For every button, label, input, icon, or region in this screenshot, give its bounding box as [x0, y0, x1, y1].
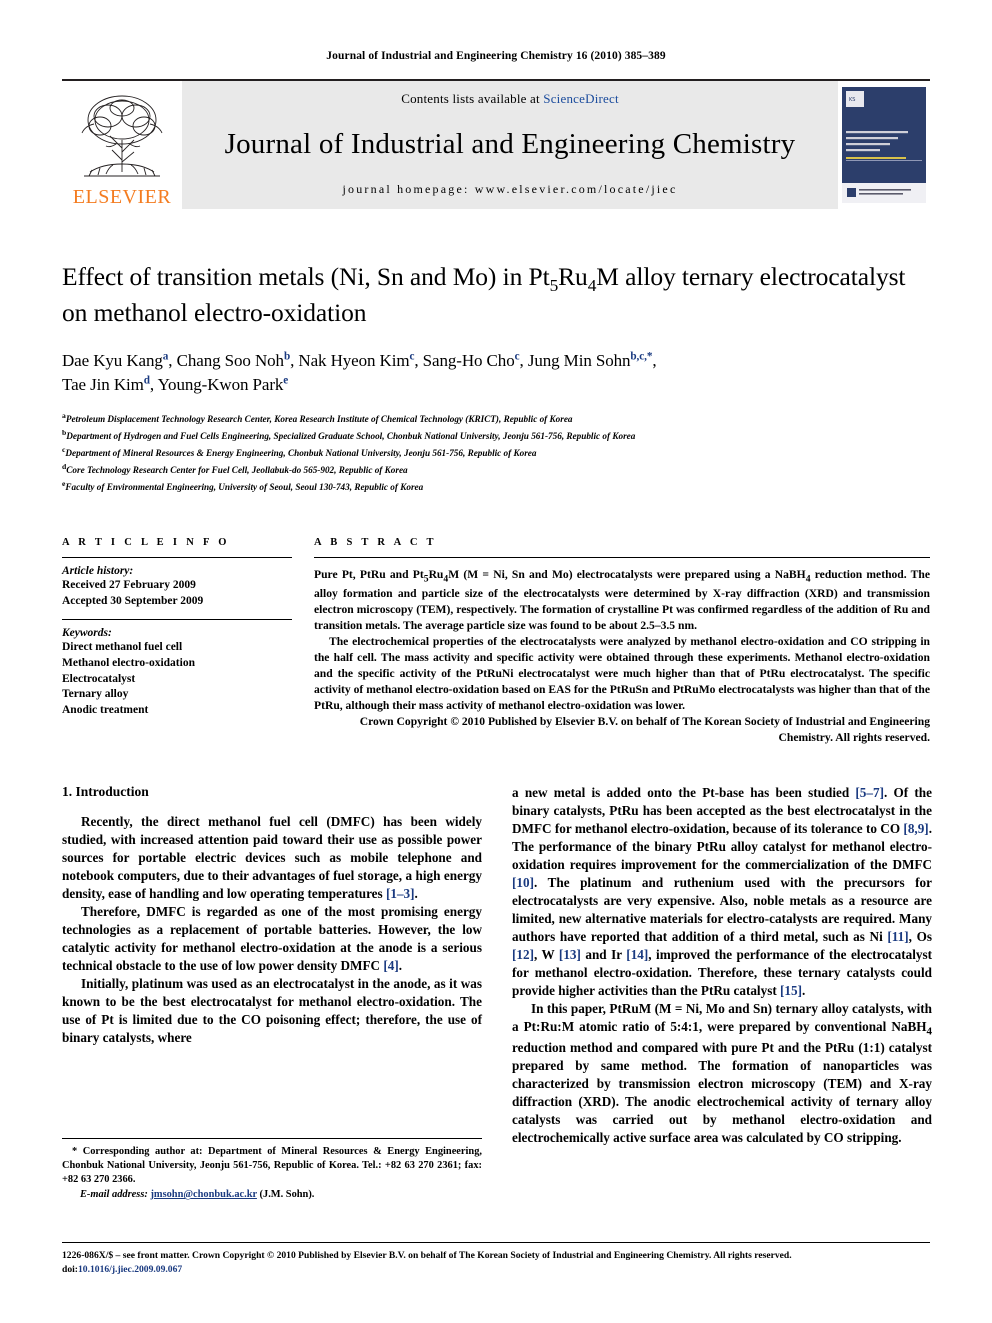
journal-title: Journal of Industrial and Engineering Ch…: [224, 128, 796, 160]
journal-article-page: Journal of Industrial and Engineering Ch…: [0, 0, 992, 1323]
affiliation-text: Core Technology Research Center for Fuel…: [66, 465, 408, 476]
author-separator: ,: [168, 351, 177, 371]
title-block: Effect of transition metals (Ni, Sn and …: [62, 261, 930, 495]
page-footer: 1226-086X/$ – see front matter. Crown Co…: [62, 1242, 930, 1276]
body-paragraph: Recently, the direct methanol fuel cell …: [62, 814, 482, 902]
doi-label: doi:: [62, 1263, 78, 1275]
journal-homepage: journal homepage: www.elsevier.com/locat…: [342, 182, 678, 196]
keyword-item: Anodic treatment: [62, 704, 149, 717]
abstract-label: A B S T R A C T: [314, 537, 437, 549]
title-part-1: Effect of transition metals (Ni, Sn and …: [62, 262, 550, 291]
abstract-paragraph: The electrochemical properties of the el…: [314, 634, 930, 714]
article-info-column: A R T I C L E I N F O Article history: R…: [62, 537, 292, 746]
corresponding-author-footnote: * Corresponding author at: Department of…: [62, 1138, 482, 1202]
running-head: Journal of Industrial and Engineering Ch…: [326, 50, 666, 62]
abstract-column: A B S T R A C T Pure Pt, PtRu and Pt5Ru4…: [314, 537, 930, 746]
author-entry: Nak Hyeon Kimc,: [298, 350, 423, 371]
keywords-group: Keywords: Direct methanol fuel cell Meth…: [62, 620, 292, 728]
article-info-label: A R T I C L E I N F O: [62, 537, 230, 549]
abstract-paragraph: Pure Pt, PtRu and Pt5Ru4M (M = Ni, Sn an…: [314, 567, 930, 634]
abstract-copyright: Crown Copyright © 2010 Published by Else…: [359, 715, 930, 745]
article-title: Effect of transition metals (Ni, Sn and …: [62, 261, 930, 329]
front-matter-line: 1226-086X/$ – see front matter. Crown Co…: [62, 1250, 792, 1261]
contents-prefix-text: Contents lists available at: [401, 91, 544, 106]
affiliation-item: eFaculty of Environmental Engineering, U…: [62, 478, 930, 495]
title-subscript-5: 5: [549, 276, 559, 296]
author-entry: Jung Min Sohnb,c,*,: [527, 350, 657, 371]
affiliation-item: bDepartment of Hydrogen and Fuel Cells E…: [62, 427, 930, 444]
contents-available-line: Contents lists available at ScienceDirec…: [401, 91, 619, 107]
abstract-paragraph-1-text: Pure Pt, PtRu and Pt5Ru4M (M = Ni, Sn an…: [314, 568, 930, 632]
section-heading-introduction: 1. Introduction: [62, 784, 149, 800]
author-name: Tae Jin Kim: [62, 375, 144, 395]
corresponding-author-text: * Corresponding author at: Department of…: [62, 1146, 482, 1186]
body-paragraph: a new metal is added onto the Pt-base ha…: [512, 785, 932, 998]
author-name: Dae Kyu Kang: [62, 351, 163, 371]
article-history-group: Article history: Received 27 February 20…: [62, 558, 292, 619]
author-entry: Young-Kwon Parke: [157, 374, 289, 395]
article-body: 1. Introduction Recently, the direct met…: [62, 784, 932, 1147]
journal-cover-thumbnail: KS: [838, 81, 930, 209]
author-separator: ,: [519, 351, 528, 371]
affiliation-text: Petroleum Displacement Technology Resear…: [65, 414, 573, 425]
title-part-2: Ru: [558, 262, 588, 291]
body-column-right: a new metal is added onto the Pt-base ha…: [512, 784, 932, 1147]
doi-value: 10.1016/j.jiec.2009.09.067: [78, 1263, 183, 1275]
sciencedirect-link[interactable]: ScienceDirect: [543, 91, 619, 106]
author-separator: ,: [652, 351, 657, 371]
abstract-body: Pure Pt, PtRu and Pt5Ru4M (M = Ni, Sn an…: [314, 558, 930, 746]
keyword-item: Direct methanol fuel cell: [62, 640, 183, 653]
author-entry: Chang Soo Nohb,: [176, 350, 299, 371]
title-subscript-4: 4: [587, 276, 597, 296]
email-footnote: E-mail address: jmsohn@chonbuk.ac.kr (J.…: [62, 1188, 482, 1202]
journal-cover-image: KS: [842, 87, 926, 203]
author-separator: ,: [149, 375, 158, 395]
affiliation-text: Department of Hydrogen and Fuel Cells En…: [66, 431, 636, 442]
keyword-item: Electrocatalyst: [62, 672, 136, 685]
author-list: Dae Kyu Kanga, Chang Soo Nohb, Nak Hyeon…: [62, 349, 930, 397]
svg-text:KS: KS: [849, 97, 855, 103]
elsevier-tree-icon: [81, 95, 163, 177]
author-affiliation-mark: b,c,*: [630, 350, 653, 363]
history-received: Received 27 February 2009: [62, 579, 196, 592]
author-entry: Dae Kyu Kanga,: [62, 350, 177, 371]
affiliation-text: Department of Mineral Resources & Energy…: [65, 448, 537, 459]
author-entry: Tae Jin Kimd,: [62, 375, 158, 395]
email-link[interactable]: jmsohn@chonbuk.ac.kr: [150, 1189, 256, 1200]
keywords-heading: Keywords:: [62, 626, 112, 639]
author-name: Nak Hyeon Kim: [298, 351, 410, 371]
article-history-heading: Article history:: [62, 565, 134, 578]
affiliation-list: aPetroleum Displacement Technology Resea…: [62, 410, 930, 495]
title-part-3: M alloy ternary electrocatalyst: [596, 262, 906, 291]
journal-masthead: ELSEVIER Contents lists available at Sci…: [62, 79, 930, 209]
affiliation-text: Faculty of Environmental Engineering, Un…: [65, 482, 424, 493]
author-name: Chang Soo Noh: [176, 351, 284, 371]
affiliation-item: cDepartment of Mineral Resources & Energ…: [62, 444, 930, 461]
elsevier-wordmark: ELSEVIER: [72, 186, 172, 208]
body-paragraph: Initially, platinum was used as an elect…: [62, 975, 482, 1045]
doi-line: doi:10.1016/j.jiec.2009.09.067: [62, 1263, 930, 1277]
body-column-left: 1. Introduction Recently, the direct met…: [62, 784, 482, 1147]
body-paragraph: In this paper, PtRuM (M = Ni, Mo and Sn)…: [512, 1000, 932, 1146]
author-name: Jung Min Sohn: [527, 351, 631, 371]
info-abstract-region: A R T I C L E I N F O Article history: R…: [62, 537, 930, 746]
email-owner: (J.M. Sohn).: [259, 1189, 315, 1201]
author-name: Sang-Ho Cho: [422, 351, 515, 371]
title-line-2: on methanol electro-oxidation: [62, 297, 367, 327]
elsevier-logo: ELSEVIER: [62, 81, 182, 209]
keyword-item: Ternary alloy: [62, 688, 129, 701]
masthead-panel: Contents lists available at ScienceDirec…: [182, 81, 838, 209]
affiliation-item: aPetroleum Displacement Technology Resea…: [62, 410, 930, 427]
author-name: Young-Kwon Park: [157, 375, 284, 395]
history-accepted: Accepted 30 September 2009: [62, 595, 204, 608]
author-entry: Sang-Ho Choc,: [422, 350, 528, 371]
author-affiliation-mark: e: [283, 374, 289, 387]
email-label: E-mail address:: [80, 1189, 148, 1201]
author-separator: ,: [414, 351, 423, 371]
affiliation-item: dCore Technology Research Center for Fue…: [62, 461, 930, 478]
abstract-paragraph-2-text: The electrochemical properties of the el…: [314, 635, 930, 713]
body-paragraph: Therefore, DMFC is regarded as one of th…: [62, 904, 482, 973]
keyword-item: Methanol electro-oxidation: [62, 656, 195, 669]
